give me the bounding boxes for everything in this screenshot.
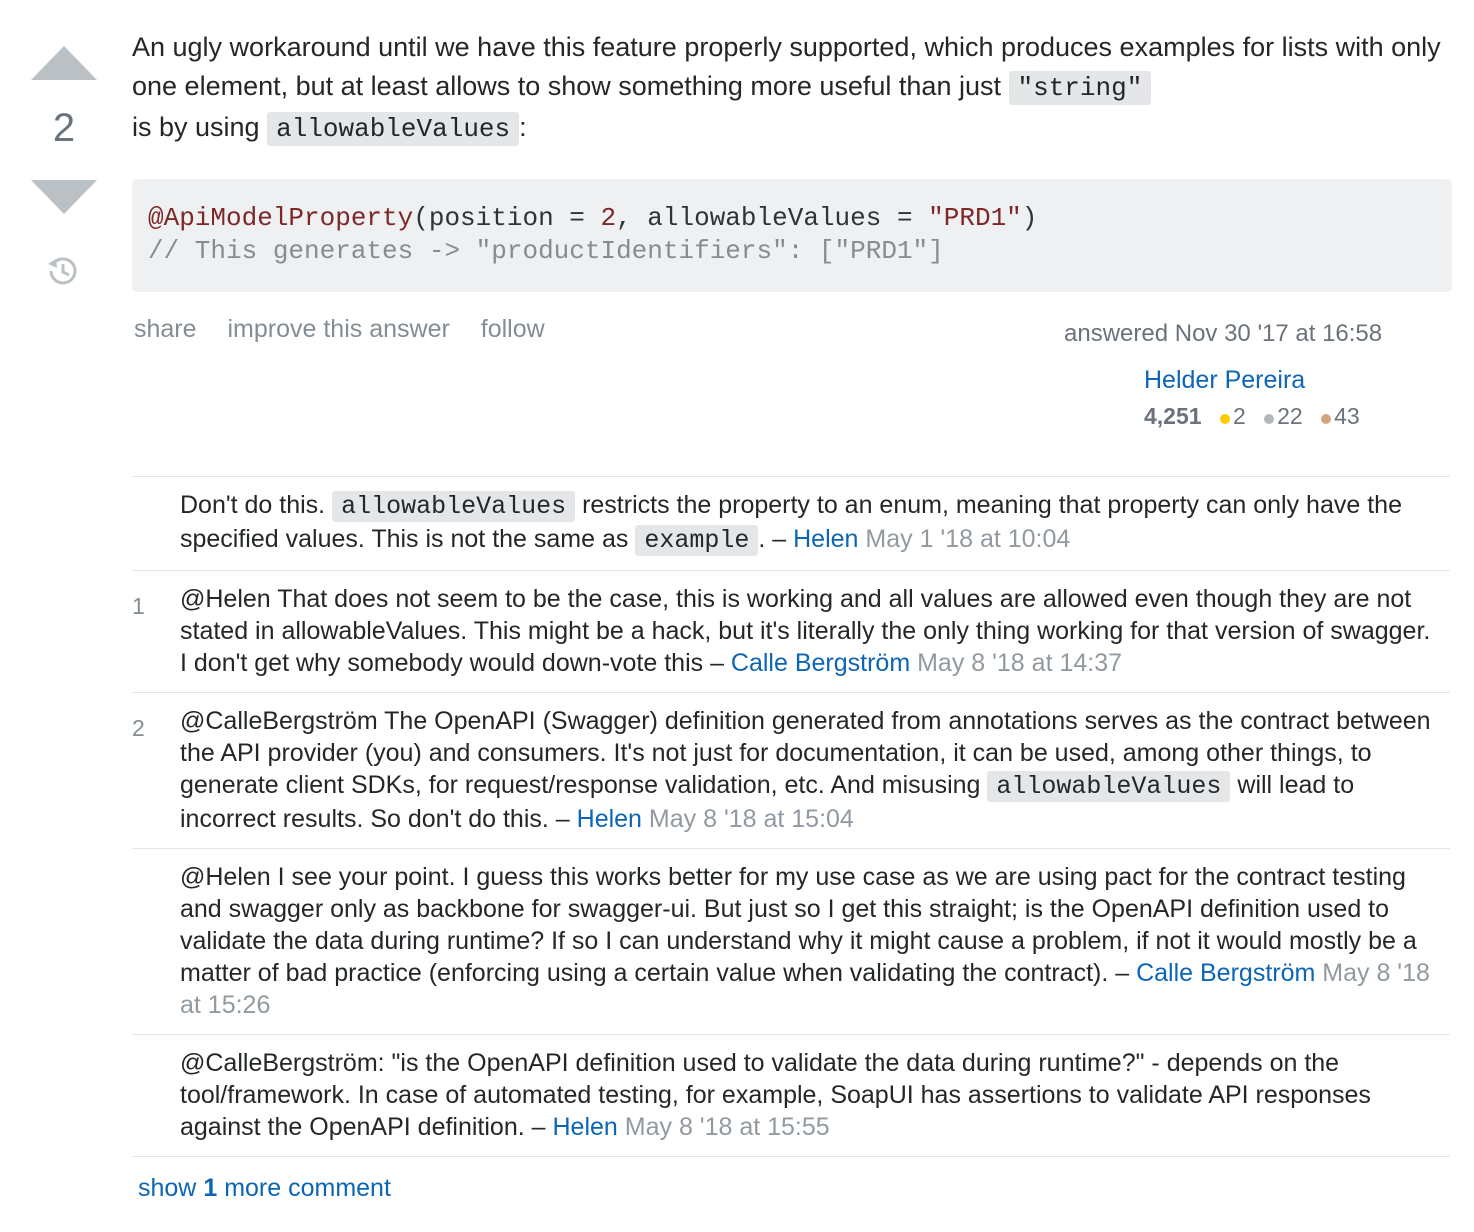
reputation-score: 4,251	[1144, 403, 1202, 429]
inline-code: allowableValues	[332, 491, 576, 522]
comment: Don't do this. allowableValues restricts…	[132, 477, 1450, 571]
comment-body: @Helen That does not seem to be the case…	[180, 583, 1450, 679]
comment-date[interactable]: May 8 '18 at 14:37	[917, 649, 1122, 677]
user-name-link[interactable]: Helder Pereira	[1144, 366, 1444, 395]
silver-badge-icon	[1264, 414, 1275, 424]
comment-user-link[interactable]: Calle Bergström	[731, 649, 910, 677]
code-plain: )	[1021, 203, 1038, 233]
comment-score	[132, 861, 180, 1021]
comment-text: . –	[758, 525, 794, 553]
code-annotation: @ApiModelProperty	[148, 203, 414, 233]
show-more-text: show	[138, 1174, 197, 1202]
inline-code: "string"	[1008, 71, 1152, 105]
gold-badge-icon	[1219, 414, 1230, 424]
code-block: @ApiModelProperty(position = 2, allowabl…	[132, 179, 1452, 292]
show-more-text: more comment	[224, 1174, 391, 1202]
show-more-comments-link[interactable]: show 1 more comment	[138, 1174, 391, 1203]
comment-score: 2	[132, 715, 145, 741]
comment-user-link[interactable]: Helen	[577, 805, 642, 833]
improve-answer-link[interactable]: improve this answer	[228, 315, 450, 343]
bronze-badge-count: 43	[1334, 403, 1360, 429]
code-plain: , allowableValues =	[616, 203, 929, 233]
comment-date[interactable]: May 8 '18 at 15:04	[649, 805, 854, 833]
follow-link[interactable]: follow	[481, 315, 545, 343]
share-link[interactable]: share	[134, 315, 197, 343]
comment: 2 @CalleBergström The OpenAPI (Swagger) …	[132, 693, 1450, 849]
comment-score	[132, 489, 180, 557]
history-icon[interactable]	[45, 254, 83, 288]
comment-user-link[interactable]: Helen	[552, 1113, 617, 1141]
comment-body: @CalleBergström The OpenAPI (Swagger) de…	[180, 705, 1450, 835]
comment-score	[132, 1047, 180, 1143]
code-string: "PRD1"	[928, 203, 1022, 233]
post-menu: share improve this answer follow	[134, 315, 569, 344]
downvote-arrow-icon[interactable]	[31, 180, 97, 214]
answered-timestamp: answered Nov 30 '17 at 16:58	[1064, 320, 1383, 347]
user-signature: answered Nov 30 '17 at 16:58 Helder Pere…	[1064, 320, 1444, 430]
vote-cell: 2	[30, 46, 98, 288]
code-number: 2	[600, 203, 617, 233]
comment-body: Don't do this. allowableValues restricts…	[180, 489, 1450, 557]
comment: 1 @Helen That does not seem to be the ca…	[132, 571, 1450, 693]
comment-date[interactable]: May 8 '18 at 15:55	[625, 1113, 830, 1141]
silver-badge-count: 22	[1277, 403, 1303, 429]
comment-user-link[interactable]: Helen	[793, 525, 858, 553]
show-more-count: 1	[203, 1174, 218, 1202]
code-plain: (position =	[413, 203, 601, 233]
comment-score: 1	[132, 593, 145, 619]
code-comment: // This generates -> "productIdentifiers…	[148, 236, 944, 266]
comment-body: @Helen I see your point. I guess this wo…	[180, 861, 1450, 1021]
comment-date[interactable]: May 1 '18 at 10:04	[865, 525, 1070, 553]
answer-post: An ugly workaround until we have this fe…	[132, 28, 1452, 292]
inline-code: allowableValues	[987, 771, 1231, 802]
comment: @Helen I see your point. I guess this wo…	[132, 849, 1450, 1035]
comments-list: Don't do this. allowableValues restricts…	[132, 476, 1450, 1157]
answer-text-part: :	[519, 112, 527, 142]
comment: @CalleBergström: "is the OpenAPI definit…	[132, 1035, 1450, 1157]
answer-text-part: is by using	[132, 112, 260, 142]
bronze-badge-icon	[1321, 414, 1332, 424]
inline-code: example	[635, 525, 759, 556]
upvote-arrow-icon[interactable]	[31, 46, 97, 80]
comment-body: @CalleBergström: "is the OpenAPI definit…	[180, 1047, 1450, 1143]
inline-code: allowableValues	[267, 112, 520, 146]
reputation: 4,251 2 22 43	[1144, 403, 1444, 430]
answer-text-part: An ugly workaround until we have this fe…	[132, 32, 1441, 101]
comment-text: Don't do this.	[180, 491, 333, 519]
gold-badge-count: 2	[1232, 403, 1246, 429]
comment-user-link[interactable]: Calle Bergström	[1136, 959, 1315, 987]
answer-text: An ugly workaround until we have this fe…	[132, 28, 1452, 149]
vote-count: 2	[52, 106, 76, 150]
